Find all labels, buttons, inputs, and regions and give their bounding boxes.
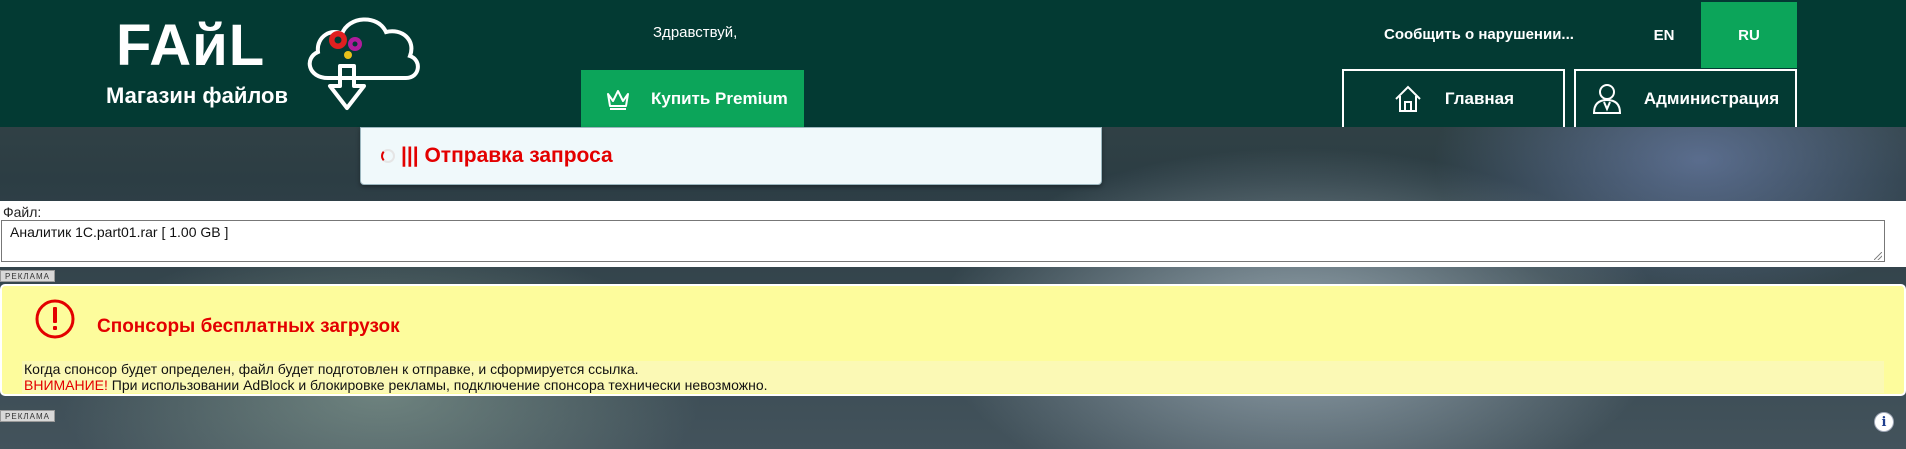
loading-status-text: ||| Отправка запроса (401, 144, 613, 167)
logo-subtitle: Магазин файлов (106, 83, 289, 108)
nav-home-label: Главная (1444, 89, 1515, 108)
ad-label: РЕКЛАМА (0, 270, 55, 282)
buy-premium-label: Купить Premium (651, 88, 788, 108)
buy-premium-button[interactable]: Купить Premium (581, 70, 804, 127)
adblock-warning-text: При использовании AdBlock и блокировке р… (107, 377, 768, 393)
site-header: FAйL Магазин файлов Здравствуй, Купить P… (0, 0, 1906, 127)
sponsor-panel: Спонсоры бесплатных загрузок Когда спонс… (0, 284, 1906, 396)
nav-admin-button[interactable]: Администрация (1574, 69, 1797, 127)
report-violation-link[interactable]: Сообщить о нарушении... (1384, 26, 1574, 43)
file-name-value: Аналитик 1С.part01.rar [ 1.00 GB ] (10, 224, 229, 240)
ad-label-bottom: РЕКЛАМА (0, 410, 55, 422)
language-en[interactable]: EN (1628, 2, 1700, 68)
warning-word: ВНИМАНИЕ! (24, 377, 108, 393)
logo-title[interactable]: FAйL (116, 14, 265, 78)
admin-user-icon (1592, 84, 1621, 114)
sponsor-text: Когда спонсор будет определен, файл буде… (22, 361, 1884, 393)
greeting-text: Здравствуй, (653, 24, 738, 41)
info-icon[interactable]: i (1874, 412, 1894, 432)
resize-handle-icon[interactable] (1874, 252, 1882, 260)
sponsor-line-2: ВНИМАНИЕ! При использовании AdBlock и бл… (24, 377, 1884, 393)
loading-status-panel: ||| Отправка запроса (360, 127, 1102, 185)
home-icon (1395, 85, 1421, 112)
file-section: Файл: Аналитик 1С.part01.rar [ 1.00 GB ] (0, 201, 1906, 267)
spinner-icon (381, 149, 395, 163)
file-label: Файл: (3, 204, 42, 220)
crown-icon (607, 89, 629, 110)
sponsor-title: Спонсоры бесплатных загрузок (97, 316, 400, 337)
sponsor-line-1: Когда спонсор будет определен, файл буде… (24, 361, 639, 377)
file-name-field[interactable]: Аналитик 1С.part01.rar [ 1.00 GB ] (1, 220, 1885, 262)
cloud-gears-icon[interactable] (298, 8, 424, 114)
nav-home-button[interactable]: Главная (1342, 69, 1565, 127)
warning-icon (35, 299, 75, 339)
nav-admin-label: Администрация (1643, 89, 1780, 108)
language-ru[interactable]: RU (1701, 2, 1797, 68)
